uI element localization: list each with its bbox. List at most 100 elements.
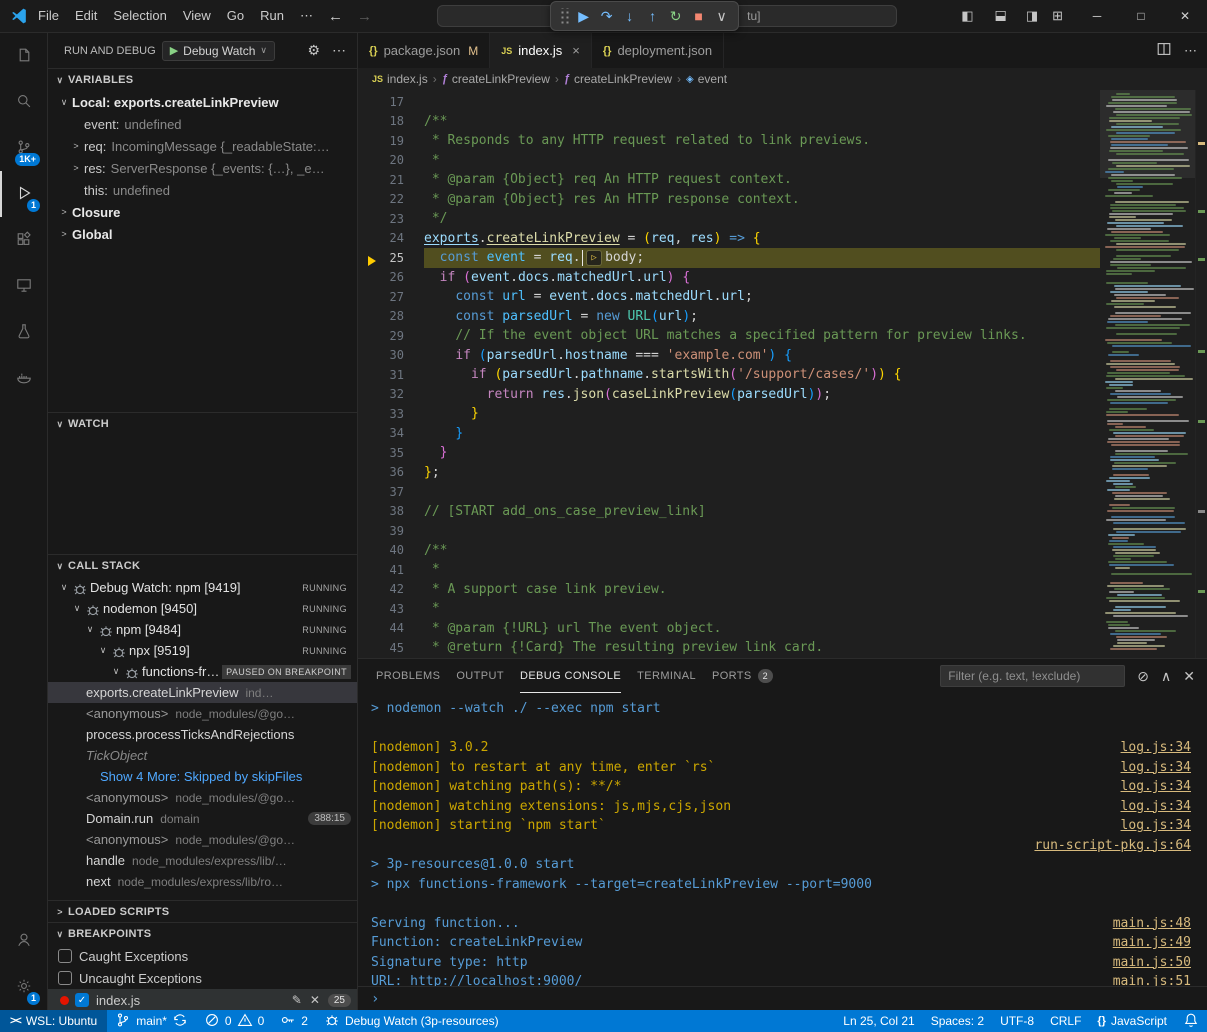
line-number[interactable]: 34 xyxy=(358,426,424,440)
stop-icon[interactable]: ■ xyxy=(687,2,710,30)
call-stack-row[interactable]: handlenode_modules/express/lib/… xyxy=(48,850,357,871)
console-source-link[interactable]: log.js:34 xyxy=(1121,738,1191,758)
line-number[interactable]: 23 xyxy=(358,212,424,226)
code-editor[interactable]: 1718/**19 * Responds to any HTTP request… xyxy=(358,90,1207,658)
console-row[interactable]: URL: http://localhost:9000/main.js:51 xyxy=(358,972,1207,986)
line-number[interactable]: 18 xyxy=(358,114,424,128)
console-source-link[interactable]: log.js:34 xyxy=(1121,816,1191,836)
console-source-link[interactable]: main.js:48 xyxy=(1113,914,1191,934)
code-line[interactable]: 21 * @param {Object} req An HTTP request… xyxy=(358,170,1100,190)
activity-bar-item-search[interactable] xyxy=(0,79,47,125)
close-tab-icon[interactable]: × xyxy=(572,43,580,58)
menu-file[interactable]: File xyxy=(30,5,67,27)
breadcrumb-item[interactable]: ƒcreateLinkPreview xyxy=(442,72,550,86)
launch-config-dropdown[interactable]: ▶ Debug Watch ∨ xyxy=(162,41,275,61)
line-number[interactable]: 24 xyxy=(358,231,424,245)
status-remote-indicator[interactable]: ><WSL: Ubuntu xyxy=(0,1010,107,1032)
variables-row[interactable]: ∨Local: exports.createLinkPreview xyxy=(48,91,357,113)
code-line[interactable]: 29 // If the event object URL matches a … xyxy=(358,326,1100,346)
line-number[interactable]: 40 xyxy=(358,543,424,557)
code-line[interactable]: 44 * @param {!URL} url The event object. xyxy=(358,619,1100,639)
status-git-branch[interactable]: main* xyxy=(107,1010,196,1032)
variables-row[interactable]: >Global xyxy=(48,223,357,245)
status-eol[interactable]: CRLF xyxy=(1042,1010,1089,1032)
call-stack-row[interactable]: <anonymous>node_modules/@go… xyxy=(48,787,357,808)
line-number[interactable]: 21 xyxy=(358,173,424,187)
activity-bar-item-docker[interactable] xyxy=(0,355,47,401)
console-row[interactable]: > nodemon --watch ./ --exec npm start xyxy=(358,699,1207,719)
panel-tab-terminal[interactable]: TERMINAL xyxy=(637,659,696,693)
code-line[interactable]: 32 return res.json(caseLinkPreview(parse… xyxy=(358,385,1100,405)
console-filter-input[interactable] xyxy=(940,665,1125,687)
minimize-button[interactable]: ─ xyxy=(1075,0,1119,33)
code-line[interactable]: 30 if (parsedUrl.hostname === 'example.c… xyxy=(358,346,1100,366)
console-row[interactable]: > 3p-resources@1.0.0 start xyxy=(358,855,1207,875)
debug-toolbar-grip-icon[interactable] xyxy=(559,8,569,24)
activity-bar-item-run-and-debug[interactable]: 1 xyxy=(0,171,47,217)
menu-edit[interactable]: Edit xyxy=(67,5,105,27)
call-stack-row[interactable]: ∨Debug Watch: npm [9419]RUNNING xyxy=(48,577,357,598)
panel-tab-debug-console[interactable]: DEBUG CONSOLE xyxy=(520,659,621,693)
menu-overflow[interactable]: ⋯ xyxy=(292,5,321,27)
line-number[interactable]: 45 xyxy=(358,641,424,655)
code-line[interactable]: 26 if (event.docs.matchedUrl.url) { xyxy=(358,268,1100,288)
line-number[interactable]: 26 xyxy=(358,270,424,284)
activity-bar-item-accounts[interactable] xyxy=(0,918,47,964)
minimap[interactable] xyxy=(1100,90,1195,658)
call-stack-section-header[interactable]: ∨ CALL STACK xyxy=(48,555,357,577)
debug-console-input[interactable]: › xyxy=(358,986,1207,1010)
console-row[interactable]: [nodemon] watching extensions: js,mjs,cj… xyxy=(358,797,1207,817)
console-row[interactable]: Function: createLinkPreviewmain.js:49 xyxy=(358,933,1207,953)
line-number[interactable]: 22 xyxy=(358,192,424,206)
variables-row[interactable]: event:undefined xyxy=(48,113,357,135)
code-line[interactable]: 37 xyxy=(358,482,1100,502)
line-number[interactable]: 30 xyxy=(358,348,424,362)
console-source-link[interactable]: main.js:49 xyxy=(1113,933,1191,953)
code-line[interactable]: 18/** xyxy=(358,112,1100,132)
line-number[interactable]: 38 xyxy=(358,504,424,518)
code-line[interactable]: 27 const url = event.docs.matchedUrl.url… xyxy=(358,287,1100,307)
toggle-sidebar-icon[interactable]: ◧ xyxy=(955,5,979,27)
editor-tab-index.js[interactable]: JSindex.js× xyxy=(490,33,592,68)
close-panel-icon[interactable]: ✕ xyxy=(1183,668,1195,685)
console-source-link[interactable]: main.js:50 xyxy=(1113,953,1191,973)
show-more-frames-link[interactable]: Show 4 More: Skipped by skipFiles xyxy=(100,769,302,784)
console-source-link[interactable]: main.js:51 xyxy=(1113,972,1191,986)
line-number[interactable]: 41 xyxy=(358,563,424,577)
continue-icon[interactable]: ▶ xyxy=(572,2,595,30)
breakpoint-row[interactable]: Caught Exceptions xyxy=(48,945,357,967)
code-line[interactable]: 31 if (parsedUrl.pathname.startsWith('/s… xyxy=(358,365,1100,385)
split-editor-icon[interactable] xyxy=(1156,41,1172,60)
activity-bar-item-remote-explorer[interactable] xyxy=(0,263,47,309)
line-number[interactable]: 36 xyxy=(358,465,424,479)
code-line[interactable]: 42 * A support case link preview. xyxy=(358,580,1100,600)
edit-breakpoint-icon[interactable]: ✎ xyxy=(292,993,302,1007)
status-indentation[interactable]: Spaces: 2 xyxy=(923,1010,992,1032)
panel-tab-ports[interactable]: PORTS2 xyxy=(712,659,773,693)
status-cursor-position[interactable]: Ln 25, Col 21 xyxy=(835,1010,922,1032)
console-row[interactable]: run-script-pkg.js:64 xyxy=(358,836,1207,856)
step-out-icon[interactable]: ↑ xyxy=(641,2,664,30)
vscode-logo-icon[interactable] xyxy=(8,7,30,25)
code-line[interactable]: 36}; xyxy=(358,463,1100,483)
console-source-link[interactable]: log.js:34 xyxy=(1121,797,1191,817)
code-line[interactable]: 41 * xyxy=(358,560,1100,580)
start-debug-icon[interactable]: ▶ xyxy=(170,44,178,57)
watch-section-header[interactable]: ∨ WATCH xyxy=(48,413,357,435)
line-number[interactable]: 43 xyxy=(358,602,424,616)
console-row[interactable]: [nodemon] 3.0.2log.js:34 xyxy=(358,738,1207,758)
console-row[interactable] xyxy=(358,719,1207,739)
status-language-mode[interactable]: {}JavaScript xyxy=(1089,1010,1175,1032)
line-number[interactable]: 35 xyxy=(358,446,424,460)
line-number[interactable]: 17 xyxy=(358,95,424,109)
console-row[interactable]: [nodemon] watching path(s): **/*log.js:3… xyxy=(358,777,1207,797)
call-stack-row[interactable]: ∨functions-fra…PAUSED ON BREAKPOINT xyxy=(48,661,357,682)
code-line[interactable]: 22 * @param {Object} res An HTTP respons… xyxy=(358,190,1100,210)
activity-bar-item-extensions[interactable] xyxy=(0,217,47,263)
activity-bar-item-settings[interactable]: 1 xyxy=(0,964,47,1010)
code-line[interactable]: 17 xyxy=(358,92,1100,112)
editor-tab-package.json[interactable]: {}package.jsonM xyxy=(358,33,490,68)
breakpoint-checkbox[interactable] xyxy=(58,949,72,963)
line-number[interactable]: 33 xyxy=(358,407,424,421)
command-center[interactable]: ▶↷↓↑↻■∨ tu] xyxy=(437,5,897,27)
